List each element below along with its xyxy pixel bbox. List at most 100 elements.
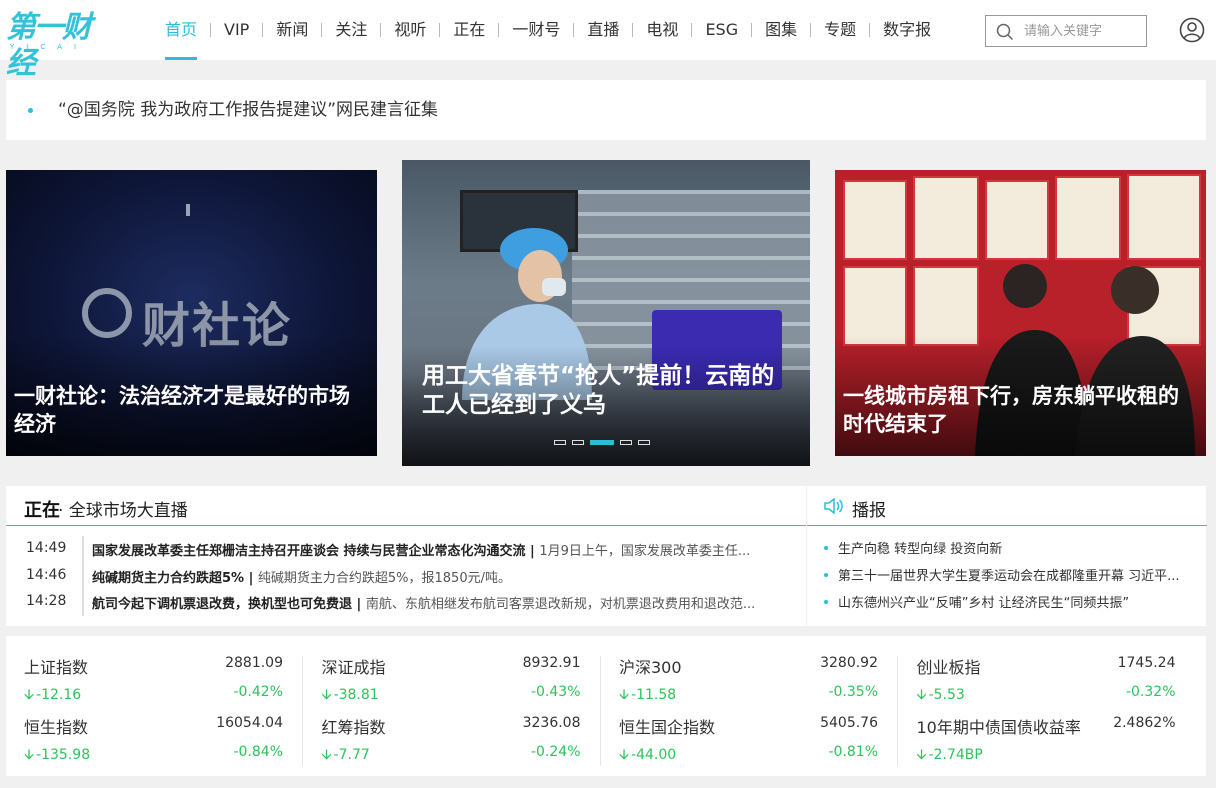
- slide-caption[interactable]: 用工大省春节“抢人”提前！云南的工人已经到了义乌: [422, 362, 796, 420]
- index-change: 🡫 -7.77: [322, 744, 370, 768]
- index-value: 2881.09: [225, 655, 283, 671]
- index-value: 2.4862%: [1113, 715, 1176, 731]
- index-change-value: -7.77: [333, 747, 370, 763]
- carousel-dot[interactable]: [620, 440, 632, 445]
- nav-item[interactable]: 图集: [752, 0, 810, 60]
- live-title[interactable]: · 全球市场大直播: [58, 496, 188, 521]
- speaker-icon: [824, 498, 843, 514]
- carousel-dots: [554, 440, 650, 445]
- market-index[interactable]: 深证成指 8932.91 🡫 -38.81 -0.43%: [304, 638, 601, 766]
- market-index[interactable]: 沪深300 3280.92 🡫 -11.58 -0.35%: [601, 638, 898, 766]
- index-value: 8932.91: [522, 655, 581, 671]
- notice-bar: “@国务院 我为政府工作报告提建议”网民建言征集: [6, 80, 1206, 140]
- nav-item[interactable]: 电视: [633, 0, 691, 60]
- live-headline[interactable]: 航司今起下调机票退改费，换机型也可免费退: [92, 597, 352, 612]
- market-index[interactable]: 10年期中债国债收益率 2.4862% 🡫 -2.74BP: [899, 698, 1196, 763]
- yicai-logo[interactable]: 第一财经 YICAI: [6, 10, 110, 81]
- nav-item[interactable]: 一财号: [499, 0, 573, 60]
- carousel-dot[interactable]: [554, 440, 566, 445]
- broadcast-section: 播报 生产向稳 转型向绿 投资向新 第三十一届世界大学生夏季运动会在成都隆重开幕 …: [806, 486, 1207, 626]
- index-name: 恒生指数: [24, 718, 89, 737]
- listing-poster: [1055, 176, 1121, 260]
- carousel-dot[interactable]: [572, 440, 584, 445]
- live-item[interactable]: 14:49 国家发展改革委主任郑栅洁主持召开座谈会 持续与民营企业常态化沟通交流 …: [6, 536, 806, 563]
- index-value: 1745.24: [1117, 655, 1176, 671]
- down-arrow-icon: 🡫: [619, 747, 630, 763]
- market-index[interactable]: 恒生指数 16054.04 🡫 -135.98 -0.84%: [6, 698, 303, 763]
- notice-link[interactable]: “@国务院 我为政府工作报告提建议”网民建言征集: [58, 80, 438, 140]
- live-time: 14:46: [26, 566, 67, 583]
- live-text[interactable]: 纯碱期货主力合约跌超5% | 纯碱期货主力合约跌超5%，报1850元/吨。: [92, 567, 802, 586]
- logo-subtext: YICAI: [10, 43, 89, 51]
- index-name: 上证指数: [24, 658, 89, 677]
- listing-poster: [1127, 174, 1201, 260]
- index-percent: -0.81%: [828, 744, 878, 760]
- listing-poster: [843, 266, 907, 346]
- carousel-slide-workers[interactable]: 用工大省春节“抢人”提前！云南的工人已经到了义乌: [402, 160, 810, 466]
- live-item[interactable]: 14:46 纯碱期货主力合约跌超5% | 纯碱期货主力合约跌超5%，报1850元/…: [6, 563, 806, 590]
- market-index[interactable]: 创业板指 1745.24 🡫 -5.53 -0.32%: [899, 638, 1196, 703]
- live-item[interactable]: 14:28 航司今起下调机票退改费，换机型也可免费退 | 南航、东航相继发布航司客…: [6, 589, 806, 616]
- nav-item[interactable]: 直播: [574, 0, 632, 60]
- live-separator: |: [525, 544, 540, 559]
- carousel-dot[interactable]: [638, 440, 650, 445]
- index-name: 创业板指: [916, 658, 981, 677]
- nav-item[interactable]: ESG: [692, 0, 751, 60]
- live-time: 14:49: [26, 540, 67, 556]
- nav-item[interactable]: 新闻: [263, 0, 321, 60]
- index-change: 🡫 -44.00: [619, 744, 676, 768]
- search-icon[interactable]: [996, 23, 1014, 41]
- live-time: 14:28: [26, 593, 67, 609]
- broadcast-list: 生产向稳 转型向绿 投资向新 第三十一届世界大学生夏季运动会在成都隆重开幕 习近平…: [807, 538, 1207, 619]
- index-name: 深证成指: [321, 658, 386, 677]
- carousel-slide-editorial[interactable]: 财社论 一财社论：法治经济才是最好的市场经济: [6, 170, 377, 456]
- index-name: 沪深300: [619, 658, 682, 677]
- nav-item[interactable]: 关注: [322, 0, 380, 60]
- index-change: 🡫 -2.74BP: [917, 744, 983, 768]
- search-input[interactable]: [1024, 20, 1142, 42]
- down-arrow-icon: 🡫: [916, 747, 927, 763]
- index-name: 恒生国企指数: [619, 718, 716, 737]
- live-summary: 1月9日上午，国家发展改革委主任...: [539, 544, 751, 559]
- index-percent: -0.84%: [233, 744, 283, 760]
- live-market-section: 正在 · 全球市场大直播 14:49 国家发展改革委主任郑栅洁主持召开座谈会 持续…: [6, 486, 806, 626]
- site-header: 第一财经 YICAI 首页 VIP 新闻 关注 视听 正在 一财号 直播 电视 ESG 图集 专题 数字…: [0, 0, 1216, 81]
- index-name: 10年期中债国债收益率: [916, 718, 1081, 737]
- index-value: 5405.76: [820, 715, 878, 731]
- live-headline[interactable]: 国家发展改革委主任郑栅洁主持召开座谈会 持续与民营企业常态化沟通交流: [92, 544, 526, 559]
- nav-item[interactable]: 首页: [152, 0, 210, 60]
- index-percent: -0.24%: [530, 744, 581, 760]
- listing-poster: [913, 266, 979, 346]
- notice-bullet: [28, 108, 33, 113]
- nav-item[interactable]: 数字报: [870, 0, 944, 60]
- nav-item[interactable]: 专题: [811, 0, 869, 60]
- user-account-icon[interactable]: [1179, 17, 1205, 43]
- market-indices: 上证指数 2881.09 🡫 -12.16 -0.42% 深证成指 8932.91 🡫 -38.…: [6, 636, 1206, 776]
- live-summary: 纯碱期货主力合约跌超5%，报1850元/吨。: [257, 570, 511, 586]
- nav-item[interactable]: 视听: [381, 0, 439, 60]
- index-value: 16054.04: [216, 715, 283, 731]
- index-change-value: -135.98: [36, 747, 91, 763]
- compass-mark: [186, 204, 190, 216]
- carousel-slide-rent[interactable]: 一线城市房租下行，房东躺平收租的时代结束了: [835, 170, 1206, 456]
- search-box[interactable]: [985, 15, 1147, 47]
- index-change: 🡫 -135.98: [24, 744, 90, 768]
- broadcast-item[interactable]: 第三十一届世界大学生夏季运动会在成都隆重开幕 习近平...: [807, 565, 1207, 592]
- carousel-dot[interactable]: [590, 440, 614, 445]
- slide-caption[interactable]: 一线城市房租下行，房东躺平收租的时代结束了: [843, 382, 1192, 438]
- nav-item[interactable]: VIP: [211, 0, 262, 60]
- broadcast-item[interactable]: 山东德州兴产业“反哺”乡村 让经济民生“同频共振”: [807, 592, 1207, 619]
- market-index[interactable]: 恒生国企指数 5405.76 🡫 -44.00 -0.81%: [601, 698, 898, 763]
- live-logo[interactable]: 正在: [24, 496, 60, 522]
- listing-poster: [913, 176, 979, 260]
- nav-item[interactable]: 正在: [440, 0, 498, 60]
- live-text[interactable]: 航司今起下调机票退改费，换机型也可免费退 | 南航、东航相继发布航司客票退改新规…: [92, 593, 802, 612]
- index-change-value: -2.74BP: [928, 747, 983, 763]
- live-headline[interactable]: 纯碱期货主力合约跌超5%: [92, 571, 244, 586]
- live-text[interactable]: 国家发展改革委主任郑栅洁主持召开座谈会 持续与民营企业常态化沟通交流 | 1月9…: [92, 540, 802, 559]
- market-index[interactable]: 上证指数 2881.09 🡫 -12.16 -0.42%: [6, 638, 303, 766]
- index-change-value: -44.00: [631, 747, 677, 763]
- broadcast-item[interactable]: 生产向稳 转型向绿 投资向新: [807, 538, 1207, 565]
- market-index[interactable]: 红筹指数 3236.08 🡫 -7.77 -0.24%: [304, 698, 601, 763]
- slide-caption[interactable]: 一财社论：法治经济才是最好的市场经济: [14, 382, 363, 438]
